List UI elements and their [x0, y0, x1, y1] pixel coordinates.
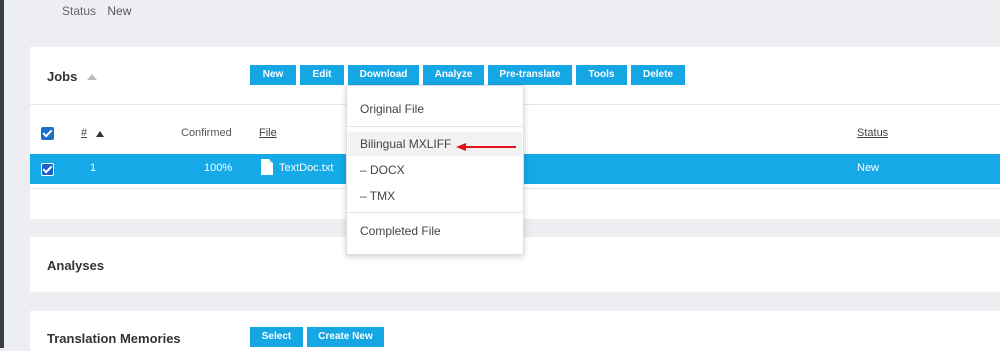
row-number: 1: [90, 162, 97, 174]
download-dropdown-menu: Original File Bilingual MXLIFF – DOCX – …: [346, 85, 524, 255]
menu-separator: [348, 126, 522, 127]
new-job-button[interactable]: New: [250, 65, 296, 85]
menu-separator: [348, 212, 522, 213]
annotation-arrow-icon: [456, 143, 516, 151]
analyze-button[interactable]: Analyze: [423, 65, 484, 85]
tools-button[interactable]: Tools: [576, 65, 627, 85]
row-checkbox[interactable]: [41, 163, 54, 176]
jobs-toolbar: New Edit Download Analyze Pre-translate …: [250, 65, 685, 85]
menu-item-docx[interactable]: – DOCX: [360, 163, 405, 177]
status-label: Status: [62, 4, 97, 18]
tm-toolbar: Select Create New: [250, 327, 384, 347]
menu-item-completed-file[interactable]: Completed File: [360, 224, 441, 238]
pre-translate-button[interactable]: Pre-translate: [488, 65, 572, 85]
row-confirmed: 100%: [204, 162, 233, 174]
project-status: Status New: [62, 4, 131, 18]
download-button[interactable]: Download: [348, 65, 419, 85]
row-file-name[interactable]: TextDoc.txt: [279, 162, 333, 174]
menu-item-bilingual-mxliff[interactable]: Bilingual MXLIFF: [360, 137, 451, 151]
file-icon: [261, 159, 273, 175]
row-status: New: [857, 162, 880, 174]
select-tm-button[interactable]: Select: [250, 327, 303, 347]
create-new-tm-button[interactable]: Create New: [307, 327, 384, 347]
collapse-caret-icon[interactable]: [87, 74, 97, 80]
translation-memories-title: Translation Memories: [47, 331, 181, 346]
left-sidebar-edge: [0, 0, 4, 348]
column-header-status[interactable]: Status: [857, 127, 888, 139]
delete-button[interactable]: Delete: [631, 65, 685, 85]
status-value: New: [107, 4, 132, 18]
analyses-title[interactable]: Analyses: [47, 258, 104, 273]
select-all-checkbox[interactable]: [41, 127, 54, 140]
column-header-file[interactable]: File: [259, 127, 277, 139]
sort-ascending-icon[interactable]: [96, 131, 104, 137]
menu-item-tmx[interactable]: – TMX: [360, 189, 395, 203]
menu-item-original-file[interactable]: Original File: [360, 102, 424, 116]
column-header-confirmed[interactable]: Confirmed: [181, 127, 232, 139]
edit-job-button[interactable]: Edit: [300, 65, 344, 85]
column-header-number[interactable]: #: [81, 127, 87, 139]
translation-memories-panel: Translation Memories Select Create New: [30, 311, 1000, 351]
jobs-title: Jobs: [47, 69, 78, 84]
